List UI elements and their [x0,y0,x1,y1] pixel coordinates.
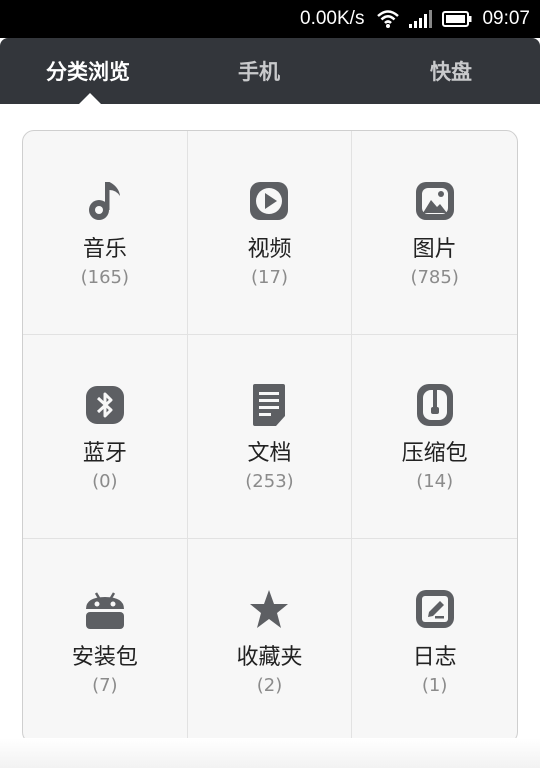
category-count: (1) [421,675,448,696]
category-label: 压缩包 [401,441,468,466]
tab-category-browse[interactable]: 分类浏览 [0,38,188,104]
category-count: (14) [416,471,454,492]
category-pictures[interactable]: 图片 (785) [352,131,517,335]
battery-icon [442,10,472,28]
tab-label: 手机 [238,60,280,84]
star-icon [249,587,289,631]
music-note-icon [85,179,125,223]
category-label: 音乐 [82,237,127,262]
active-tab-indicator [79,93,101,104]
video-play-icon [249,179,289,223]
category-documents[interactable]: 文档 (253) [187,335,353,539]
category-favorites[interactable]: 收藏夹 (2) [188,539,353,743]
android-icon [85,587,125,631]
category-count: (165) [80,267,130,288]
category-apk-packages[interactable]: 安装包 (7) [23,539,188,743]
tab-bar: 分类浏览 手机 快盘 [0,38,540,104]
category-grid: 音乐 (165) 视频 (17) 图片 (785) 蓝牙 (0) 文档 (253… [22,130,518,744]
network-speed: 0.00K/s [300,8,365,29]
category-archives[interactable]: 压缩包 (14) [352,335,517,539]
category-label: 日志 [412,645,457,670]
category-label: 收藏夹 [236,645,303,670]
category-label: 视频 [247,237,292,262]
category-music[interactable]: 音乐 (165) [23,131,188,335]
category-video[interactable]: 视频 (17) [187,131,353,335]
signal-icon [408,9,434,29]
category-label: 文档 [247,441,292,466]
category-label: 安装包 [71,645,138,670]
tab-label: 分类浏览 [46,60,130,84]
bottom-shadow [0,738,540,768]
main-content: 音乐 (165) 视频 (17) 图片 (785) 蓝牙 (0) 文档 (253… [0,104,540,768]
category-bluetooth[interactable]: 蓝牙 (0) [23,335,188,539]
tab-phone[interactable]: 手机 [188,38,330,104]
document-icon [249,383,289,427]
picture-icon [415,179,455,223]
category-count: (7) [92,675,118,696]
log-edit-icon [415,587,455,631]
wifi-icon [376,9,400,29]
category-label: 图片 [412,237,457,262]
bluetooth-icon [85,383,125,427]
tab-label: 快盘 [430,60,472,84]
category-logs[interactable]: 日志 (1) [352,539,517,743]
category-count: (253) [245,471,294,492]
category-count: (785) [410,267,459,288]
category-count: (17) [251,267,288,288]
status-bar: 0.00K/s 09:07 [0,0,540,38]
tab-kuaipan[interactable]: 快盘 [330,38,540,104]
clock: 09:07 [482,8,530,29]
zip-archive-icon [415,383,455,427]
category-count: (0) [92,471,118,492]
category-count: (2) [256,675,283,696]
category-label: 蓝牙 [82,441,127,466]
